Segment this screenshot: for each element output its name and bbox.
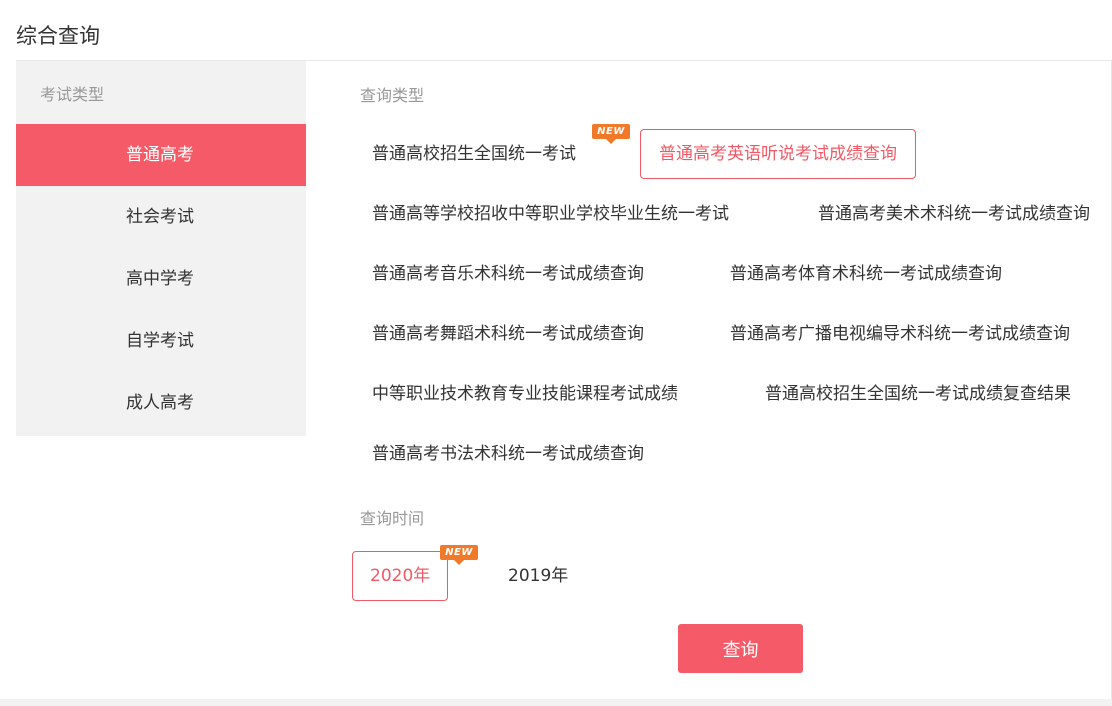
query-time-label: 查询时间 — [360, 509, 425, 528]
query-option[interactable]: 中等职业技术教育专业技能课程考试成绩 — [360, 369, 690, 419]
new-badge-text: NEW — [592, 124, 630, 139]
query-option[interactable]: 普通高校招生全国统一考试 — [360, 129, 588, 179]
query-option[interactable]: 普通高考书法术科统一考试成绩查询 — [360, 429, 656, 479]
query-option-selected[interactable]: 普通高考英语听说考试成绩查询 — [640, 129, 916, 179]
query-type-label: 查询类型 — [360, 86, 425, 105]
year-option-selected[interactable]: 2020年 — [352, 551, 449, 601]
sidebar-item-high-school-exam[interactable]: 高中学考 — [16, 248, 306, 310]
query-option[interactable]: 普通高校招生全国统一考试成绩复查结果 — [753, 369, 1083, 419]
sidebar-item-social-exam[interactable]: 社会考试 — [16, 186, 306, 248]
query-option[interactable]: 普通高考舞蹈术科统一考试成绩查询 — [360, 309, 656, 359]
query-option[interactable]: 普通高考体育术科统一考试成绩查询 — [718, 249, 1014, 299]
new-badge-icon: NEW — [440, 545, 478, 565]
query-option[interactable]: 普通高考音乐术科统一考试成绩查询 — [360, 249, 656, 299]
sidebar-item-self-study-exam[interactable]: 自学考试 — [16, 310, 306, 372]
page-title: 综合查询 — [16, 24, 100, 48]
new-badge-text: NEW — [440, 545, 478, 560]
new-badge-icon: NEW — [592, 124, 630, 144]
query-option[interactable]: 普通高考美术术科统一考试成绩查询 — [806, 189, 1102, 239]
sidebar-item-gaokao[interactable]: 普通高考 — [16, 124, 306, 186]
year-option[interactable]: 2019年 — [490, 551, 586, 601]
sidebar-heading: 考试类型 — [40, 85, 105, 104]
query-button[interactable]: 查询 — [678, 624, 803, 673]
exam-type-sidebar: 考试类型 普通高考 社会考试 高中学考 自学考试 成人高考 — [16, 61, 306, 436]
query-option[interactable]: 普通高等学校招收中等职业学校毕业生统一考试 — [360, 189, 741, 239]
query-option[interactable]: 普通高考广播电视编导术科统一考试成绩查询 — [718, 309, 1082, 359]
bottom-strip — [0, 699, 1112, 706]
sidebar-item-adult-exam[interactable]: 成人高考 — [16, 372, 306, 434]
